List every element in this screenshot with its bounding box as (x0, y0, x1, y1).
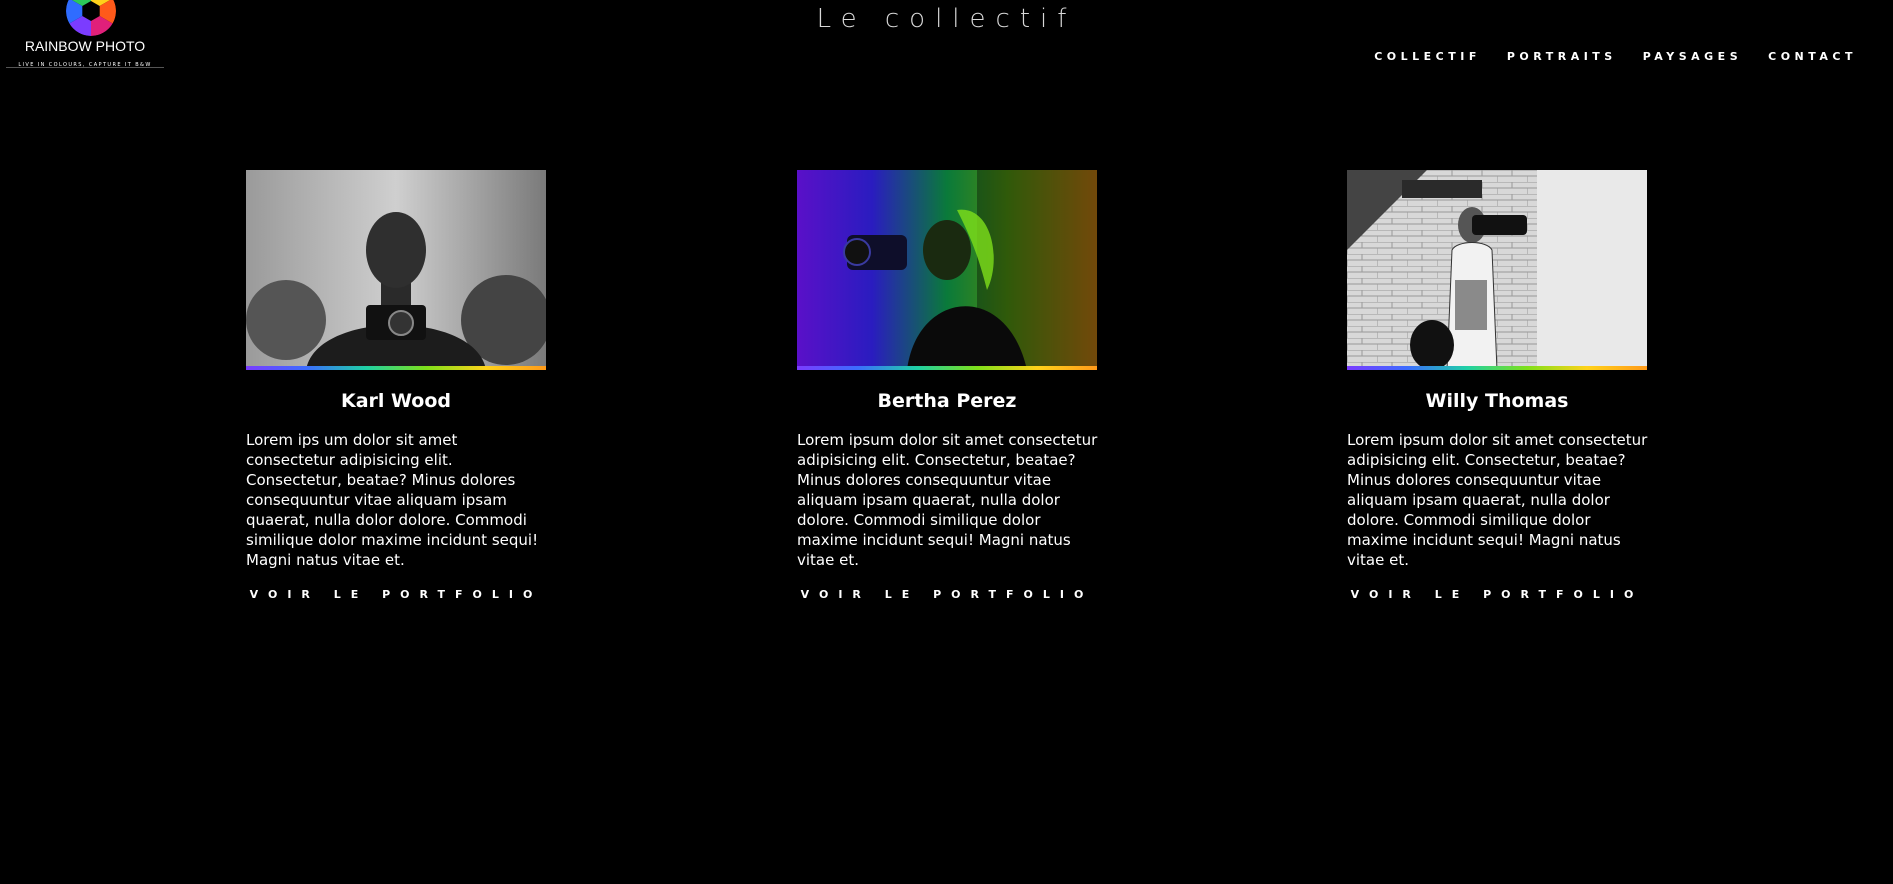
member-photo (797, 170, 1097, 370)
member-card-karl-wood: Karl Wood Lorem ips um dolor sit amet co… (246, 170, 546, 601)
member-photo (246, 170, 546, 370)
main-nav: COLLECTIF PORTRAITS PAYSAGES CONTACT (1374, 50, 1857, 63)
member-name: Bertha Perez (877, 390, 1017, 412)
nav-item-portraits[interactable]: PORTRAITS (1507, 50, 1617, 63)
member-bio: Lorem ipsum dolor sit amet consectetur a… (1347, 431, 1648, 569)
member-bio: Lorem ips um dolor sit amet consectetur … (246, 431, 539, 569)
voir-portfolio-button[interactable]: VOIR LE PORTFOLIO (1347, 588, 1647, 601)
nav-item-paysages[interactable]: PAYSAGES (1643, 50, 1742, 63)
nav-item-contact[interactable]: CONTACT (1768, 50, 1857, 63)
member-card-bertha-perez: Bertha Perez Lorem ipsum dolor sit amet … (797, 170, 1097, 601)
rainbow-bar (1347, 366, 1647, 370)
member-name: Willy Thomas (1425, 390, 1569, 412)
member-photo (1347, 170, 1647, 370)
member-card-willy-thomas: Willy Thomas Lorem ipsum dolor sit amet … (1347, 170, 1647, 601)
rainbow-bar (797, 366, 1097, 370)
logo-divider (6, 67, 164, 68)
member-name: Karl Wood (340, 390, 452, 412)
page-title: Le collectif (816, 4, 1077, 34)
member-bio: Lorem ipsum dolor sit amet consectetur a… (797, 431, 1098, 569)
logo-title: RAINBOW PHOTO (24, 38, 146, 54)
voir-portfolio-button[interactable]: VOIR LE PORTFOLIO (797, 588, 1097, 601)
voir-portfolio-button[interactable]: VOIR LE PORTFOLIO (246, 588, 546, 601)
nav-item-collectif[interactable]: COLLECTIF (1374, 50, 1481, 63)
rainbow-bar (246, 366, 546, 370)
